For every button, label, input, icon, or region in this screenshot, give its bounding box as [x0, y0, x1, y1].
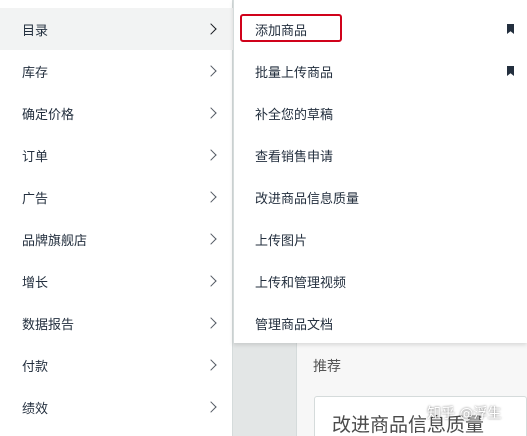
nav-item-reports[interactable]: 数据报告	[0, 302, 233, 344]
chevron-right-icon	[205, 191, 217, 203]
chevron-right-icon	[205, 275, 217, 287]
chevron-right-icon	[205, 23, 217, 35]
nav-item-label: 确定价格	[22, 107, 75, 123]
chevron-right-icon	[205, 317, 217, 329]
submenu-item-label: 上传图片	[255, 233, 308, 249]
submenu-item-label: 管理商品文档	[255, 317, 334, 333]
nav-item-label: 订单	[22, 149, 49, 165]
submenu-item-bulk-upload[interactable]: 批量上传商品	[234, 50, 527, 92]
nav-item-label: 绩效	[22, 401, 49, 417]
nav-item-orders[interactable]: 订单	[0, 134, 233, 176]
watermark: 知乎 @浮生	[427, 406, 502, 422]
nav-item-inventory[interactable]: 库存	[0, 50, 233, 92]
bookmark-icon[interactable]	[507, 24, 514, 34]
submenu-item-label: 补全您的草稿	[255, 107, 334, 123]
submenu-item-label: 上传和管理视频	[255, 275, 347, 291]
nav-item-label: 品牌旗舰店	[22, 233, 88, 249]
submenu-item-manage-videos[interactable]: 上传和管理视频	[234, 260, 527, 302]
submenu-item-selling-applications[interactable]: 查看销售申请	[234, 134, 527, 176]
submenu-item-upload-images[interactable]: 上传图片	[234, 218, 527, 260]
nav-item-label: 付款	[22, 359, 49, 375]
nav-item-label: 增长	[22, 275, 49, 291]
submenu-item-label: 批量上传商品	[255, 65, 334, 81]
nav-item-advertising[interactable]: 广告	[0, 176, 233, 218]
chevron-right-icon	[205, 149, 217, 161]
nav-item-growth[interactable]: 增长	[0, 260, 233, 302]
nav-item-brand-stores[interactable]: 品牌旗舰店	[0, 218, 233, 260]
nav-item-label: 目录	[22, 23, 49, 39]
nav-item-performance[interactable]: 绩效	[0, 386, 233, 428]
nav-item-label: 库存	[22, 65, 49, 81]
submenu-item-label: 改进商品信息质量	[255, 191, 360, 207]
nav-item-label: 广告	[22, 191, 49, 207]
recommend-heading: 推荐	[313, 359, 341, 375]
nav-item-label: 数据报告	[22, 317, 75, 333]
chevron-right-icon	[205, 107, 217, 119]
bookmark-icon[interactable]	[507, 66, 514, 76]
submenu-item-label: 查看销售申请	[255, 149, 334, 165]
nav-item-pricing[interactable]: 确定价格	[0, 92, 233, 134]
submenu-item-product-documents[interactable]: 管理商品文档	[234, 302, 527, 344]
navigation-menu: 目录 库存 确定价格 订单 广告 品牌旗舰店 增长 数据报告 付款 绩效	[0, 0, 233, 436]
chevron-right-icon	[205, 233, 217, 245]
chevron-right-icon	[205, 65, 217, 77]
chevron-right-icon	[205, 359, 217, 371]
catalog-submenu: 添加商品 批量上传商品 补全您的草稿 查看销售申请 改进商品信息质量 上传图片 …	[233, 0, 527, 343]
submenu-item-improve-listing-quality[interactable]: 改进商品信息质量	[234, 176, 527, 218]
nav-item-catalog[interactable]: 目录	[0, 8, 233, 50]
submenu-item-complete-drafts[interactable]: 补全您的草稿	[234, 92, 527, 134]
chevron-right-icon	[205, 401, 217, 413]
nav-item-payments[interactable]: 付款	[0, 344, 233, 386]
highlight-annotation	[240, 14, 342, 42]
